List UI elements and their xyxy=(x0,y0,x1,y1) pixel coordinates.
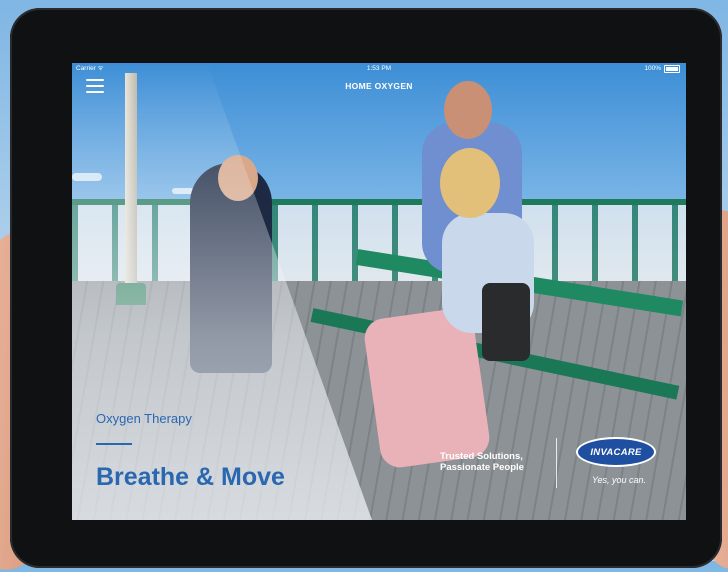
battery-percent: 100% xyxy=(644,65,661,72)
battery-icon xyxy=(664,65,680,73)
logo-mark: INVACARE xyxy=(576,437,656,467)
invacare-logo: INVACARE xyxy=(576,437,658,469)
nav-title: HOME OXYGEN xyxy=(345,81,413,91)
hero-subtitle: Oxygen Therapy xyxy=(96,411,192,426)
battery-status: 100% xyxy=(644,63,680,75)
vertical-separator xyxy=(556,438,557,488)
status-bar: Carrier ᯤ 1:53 PM 100% xyxy=(72,63,686,75)
tagline-line-2: Passionate People xyxy=(440,462,524,473)
tablet-device: Carrier ᯤ 1:53 PM 100% HOME OXYGEN Oxyge… xyxy=(10,8,722,568)
nav-bar: HOME OXYGEN xyxy=(72,77,686,97)
hero-headline: Breathe & Move xyxy=(96,463,285,491)
brand-slogan: Yes, you can. xyxy=(592,475,647,485)
oxygen-concentrator xyxy=(482,283,530,361)
brand-tagline: Trusted Solutions, Passionate People xyxy=(440,451,524,473)
app-screen: Carrier ᯤ 1:53 PM 100% HOME OXYGEN Oxyge… xyxy=(72,63,686,520)
hero-divider xyxy=(96,443,132,445)
tagline-line-1: Trusted Solutions, xyxy=(440,451,523,462)
woman-head xyxy=(440,148,500,218)
clock: 1:53 PM xyxy=(366,65,392,72)
